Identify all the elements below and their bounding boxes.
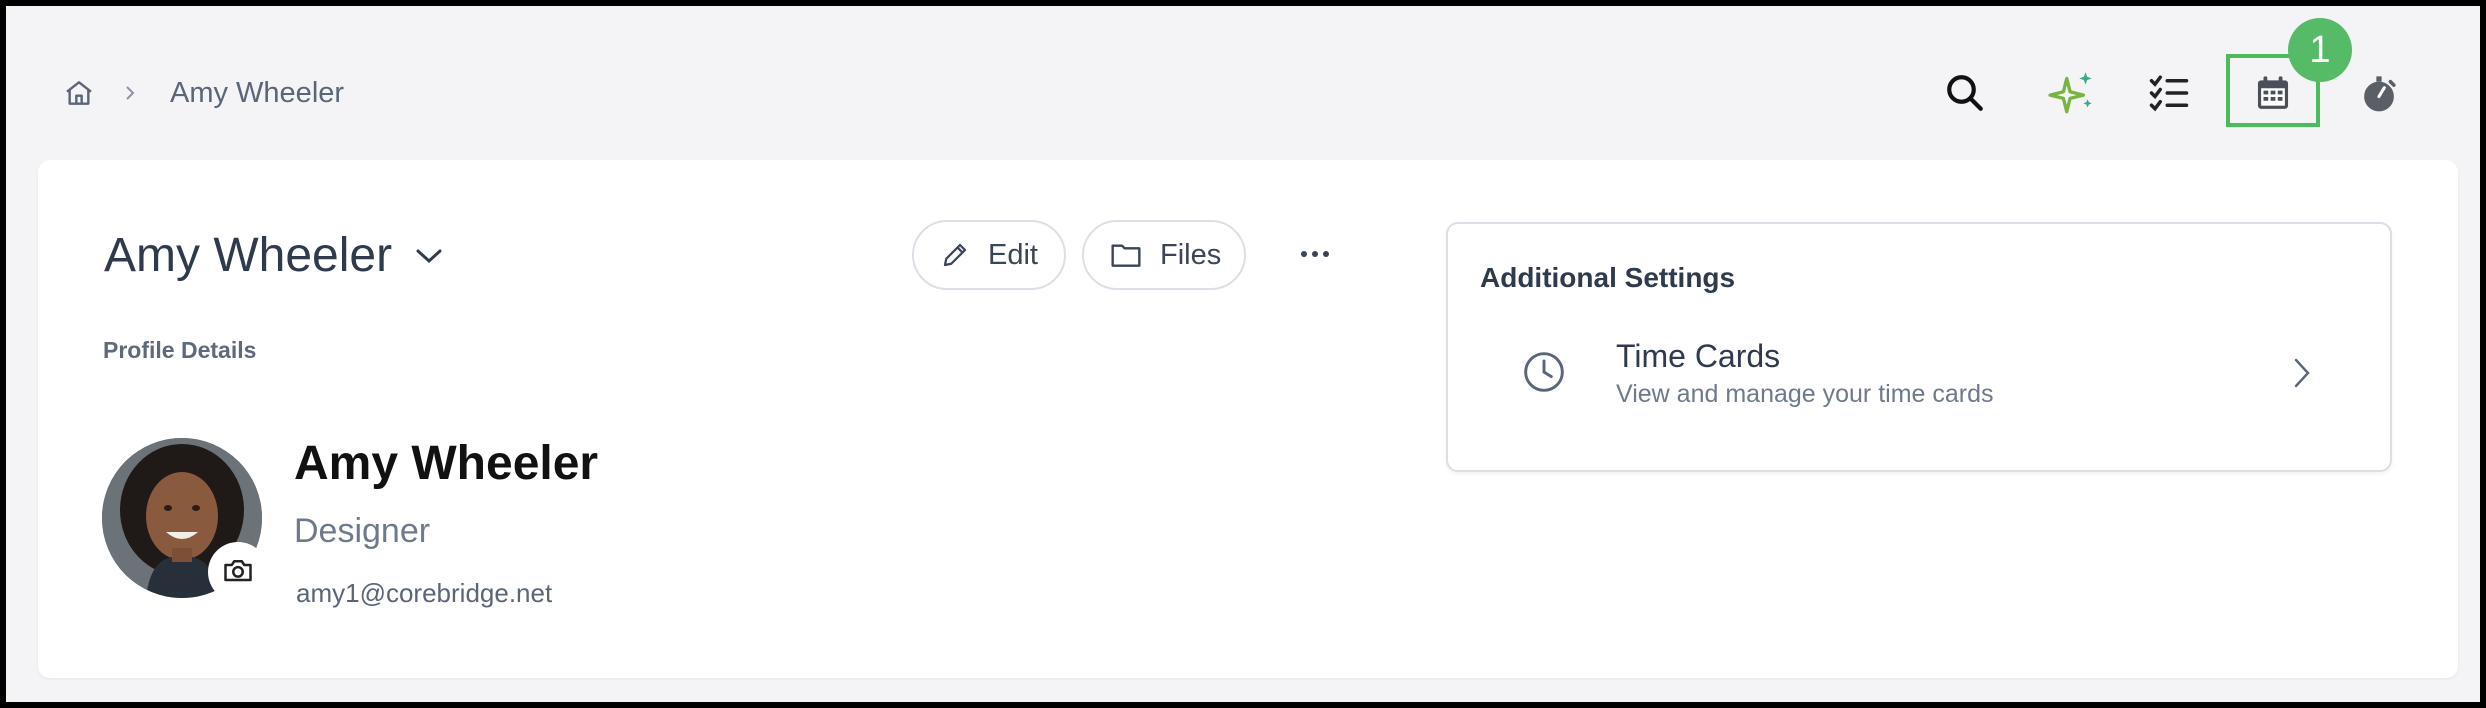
pencil-icon [940,239,970,271]
checklist-icon[interactable] [2142,66,2196,120]
chevron-down-icon[interactable] [414,239,448,273]
profile-name: Amy Wheeler [294,437,599,490]
stopwatch-icon[interactable] [2352,66,2406,120]
step-badge: 1 [2288,18,2352,82]
chevron-right-icon [2290,356,2320,392]
files-button[interactable]: Files [1082,220,1246,290]
additional-settings-title: Additional Settings [1480,262,1736,293]
breadcrumb-current[interactable]: Amy Wheeler [170,77,344,110]
additional-settings-panel: Additional Settings Time Cards View and … [1446,222,2392,472]
clock-icon [1522,350,1566,394]
time-cards-item[interactable]: Time Cards View and manage your time car… [1476,328,2364,414]
sparkles-icon[interactable] [2046,66,2100,120]
edit-button-label: Edit [988,238,1038,271]
dot [1312,251,1318,257]
edit-button[interactable]: Edit [912,220,1066,290]
chevron-right-icon [122,84,140,102]
search-icon[interactable] [1938,66,1992,120]
profile-heading[interactable]: Amy Wheeler [104,228,448,283]
app-window: Amy Wheeler 1 Amy Wheeler Edit Files Pro… [6,6,2480,702]
camera-icon [223,556,253,589]
dot [1323,251,1329,257]
profile-email: amy1@corebridge.net [296,578,553,608]
time-cards-title: Time Cards [1616,338,1781,374]
change-photo-button[interactable] [208,542,268,602]
folder-icon [1110,239,1142,271]
home-icon[interactable] [62,76,96,110]
files-button-label: Files [1160,238,1222,271]
section-label: Profile Details [103,337,257,363]
more-options-button[interactable] [1290,234,1340,274]
time-cards-subtitle: View and manage your time cards [1616,380,1994,408]
profile-role: Designer [294,512,431,550]
dot [1301,251,1307,257]
breadcrumb: Amy Wheeler [62,76,344,110]
page-title: Amy Wheeler [104,229,393,282]
